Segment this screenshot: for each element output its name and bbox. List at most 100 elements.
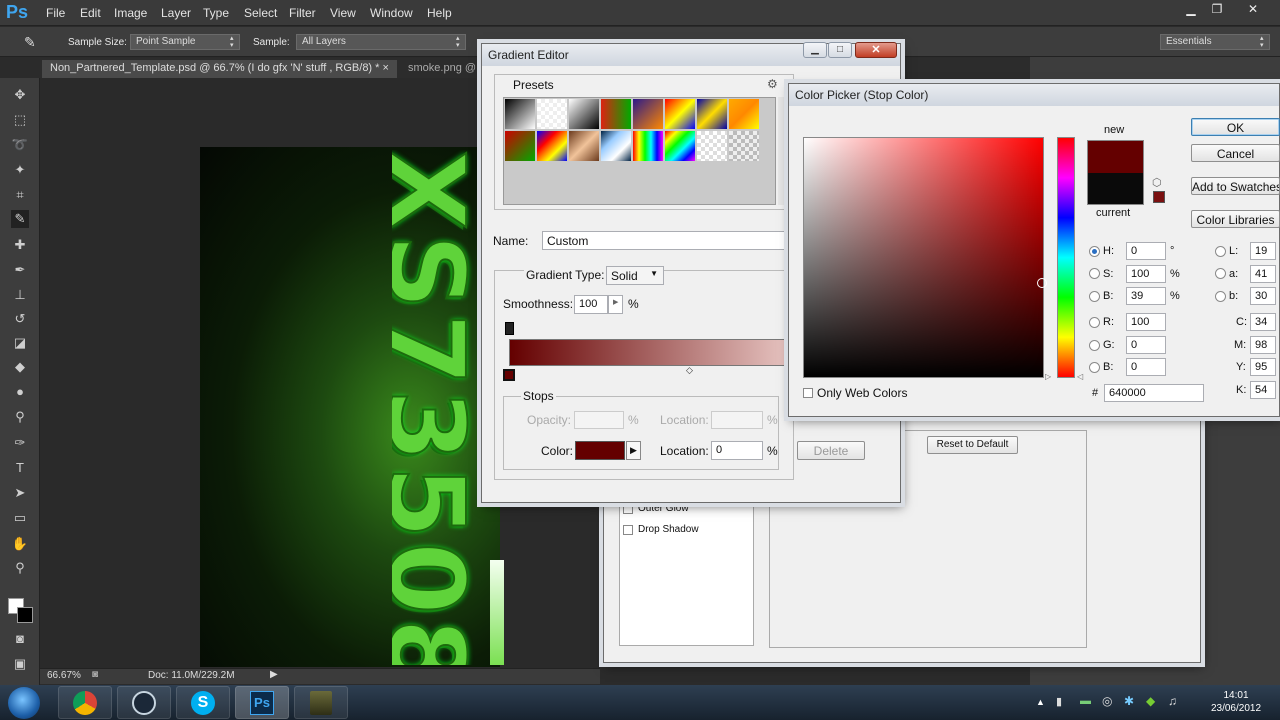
menu-window[interactable]: Window [370, 6, 413, 20]
delete-color-stop-button[interactable]: Delete [797, 441, 865, 460]
type-tool-icon[interactable]: T [11, 459, 29, 477]
preset-swatch[interactable] [633, 131, 663, 161]
hue-slider[interactable] [1057, 137, 1075, 378]
zoom-level[interactable]: 66.67% [47, 670, 81, 681]
menu-image[interactable]: Image [114, 6, 147, 20]
only-web-colors-checkbox[interactable] [803, 388, 813, 398]
lasso-tool-icon[interactable]: ➰ [11, 136, 29, 154]
preset-swatch[interactable] [537, 131, 567, 161]
color-field[interactable] [803, 137, 1044, 378]
start-button[interactable] [8, 687, 40, 719]
smoothness-input[interactable]: 100 [574, 295, 608, 314]
m-input[interactable]: 98 [1250, 336, 1276, 354]
current-color-swatch[interactable] [1087, 173, 1144, 205]
dodge-tool-icon[interactable]: ⚲ [11, 408, 29, 426]
ge-minimize-icon[interactable]: ▁ [803, 42, 827, 58]
tray-steam-icon[interactable]: ◎ [1102, 694, 1112, 708]
status-menu-arrow-icon[interactable]: ▶ [270, 669, 278, 680]
preset-swatch[interactable] [601, 99, 631, 129]
menu-layer[interactable]: Layer [161, 6, 191, 20]
status-info-icon[interactable]: ◙ [92, 669, 98, 680]
ge-close-icon[interactable]: ✕ [855, 42, 897, 58]
gradient-bar[interactable] [509, 339, 789, 366]
close-icon[interactable]: ✕ [1242, 2, 1264, 18]
tray-volume-icon[interactable]: ♫ [1168, 694, 1177, 708]
outer-glow-checkbox[interactable] [623, 504, 633, 514]
workspace-select[interactable]: Essentials [1160, 34, 1270, 50]
sample-select[interactable]: All Layers [296, 34, 466, 50]
a-radio[interactable] [1215, 268, 1226, 279]
b-radio[interactable] [1089, 291, 1100, 302]
preset-swatch[interactable] [729, 131, 759, 161]
rgb-b-radio[interactable] [1089, 362, 1100, 373]
color-stop-marker[interactable] [503, 369, 515, 381]
brush-tool-icon[interactable]: ✒ [11, 261, 29, 279]
hex-input[interactable]: 640000 [1104, 384, 1204, 402]
k-input[interactable]: 54 [1250, 381, 1276, 399]
presets-gear-icon[interactable]: ⚙ [767, 77, 778, 91]
opacity-stop-marker[interactable] [505, 322, 514, 335]
eraser-tool-icon[interactable]: ◪ [11, 334, 29, 352]
y-input[interactable]: 95 [1250, 358, 1276, 376]
color-location-input[interactable]: 0 [711, 441, 763, 460]
move-tool-icon[interactable]: ✥ [11, 86, 29, 104]
preset-swatch[interactable] [729, 99, 759, 129]
menu-view[interactable]: View [330, 6, 356, 20]
reset-to-default-button[interactable]: Reset to Default [927, 436, 1018, 454]
a-input[interactable]: 41 [1250, 265, 1276, 283]
healing-brush-icon[interactable]: ✚ [11, 236, 29, 254]
tab-close-icon[interactable]: × [383, 62, 389, 74]
tab-document-active[interactable]: Non_Partnered_Template.psd @ 66.7% (I do… [42, 60, 397, 78]
color-field-cursor[interactable] [1037, 278, 1047, 288]
preset-swatch[interactable] [665, 131, 695, 161]
s-input[interactable]: 100 [1126, 265, 1166, 283]
path-select-icon[interactable]: ➤ [11, 484, 29, 502]
stop-color-swatch[interactable] [575, 441, 625, 460]
hue-slider-right-arrow-icon[interactable]: ◁ [1077, 372, 1083, 381]
menu-help[interactable]: Help [427, 6, 452, 20]
preset-swatch[interactable] [569, 131, 599, 161]
l-input[interactable]: 19 [1250, 242, 1276, 260]
pen-tool-icon[interactable]: ✑ [11, 434, 29, 452]
preset-swatch[interactable] [601, 131, 631, 161]
shape-tool-icon[interactable]: ▭ [11, 509, 29, 527]
stamp-tool-icon[interactable]: ⊥ [11, 286, 29, 304]
marquee-tool-icon[interactable]: ⬚ [11, 111, 29, 129]
smoothness-arrow-icon[interactable]: ▶ [608, 295, 623, 314]
hue-slider-left-arrow-icon[interactable]: ▷ [1045, 372, 1051, 381]
eyedropper-tool-icon[interactable]: ✎ [24, 34, 36, 51]
tab-document[interactable]: smoke.png @ [400, 60, 484, 78]
r-input[interactable]: 100 [1126, 313, 1166, 331]
screen-mode-icon[interactable]: ▣ [11, 655, 29, 673]
b-input[interactable]: 39 [1126, 287, 1166, 305]
lab-b-radio[interactable] [1215, 291, 1226, 302]
preset-swatch[interactable] [505, 99, 535, 129]
l-radio[interactable] [1215, 246, 1226, 257]
r-radio[interactable] [1089, 317, 1100, 328]
preset-swatch[interactable] [633, 99, 663, 129]
skype-taskbar-icon[interactable]: S [176, 686, 230, 719]
lab-b-input[interactable]: 30 [1250, 287, 1276, 305]
paint-bucket-icon[interactable]: ◆ [11, 358, 29, 376]
hand-tool-icon[interactable]: ✋ [11, 535, 29, 553]
tray-app-icon[interactable]: ◆ [1146, 694, 1155, 708]
name-input[interactable]: Custom [542, 231, 786, 250]
history-brush-icon[interactable]: ↺ [11, 310, 29, 328]
add-to-swatches-button[interactable]: Add to Swatches [1191, 177, 1280, 195]
preset-swatch[interactable] [697, 99, 727, 129]
stop-color-menu-icon[interactable]: ▶ [626, 441, 641, 460]
sample-size-select[interactable]: Point Sample [130, 34, 240, 50]
gradient-type-select[interactable]: Solid ▼ [606, 266, 664, 285]
s-radio[interactable] [1089, 268, 1100, 279]
preset-swatch[interactable] [697, 131, 727, 161]
preset-swatch[interactable] [665, 99, 695, 129]
background-color-swatch[interactable] [17, 607, 33, 623]
clock[interactable]: 14:01 23/06/2012 [1196, 689, 1276, 715]
zoom-tool-icon[interactable]: ⚲ [11, 559, 29, 577]
app-taskbar-icon[interactable] [294, 686, 348, 719]
tray-expand-icon[interactable]: ▲ [1036, 697, 1045, 707]
h-input[interactable]: 0 [1126, 242, 1166, 260]
cancel-button[interactable]: Cancel [1191, 144, 1280, 162]
color-libraries-button[interactable]: Color Libraries [1191, 210, 1280, 228]
eyedropper-icon[interactable]: ✎ [11, 210, 29, 228]
